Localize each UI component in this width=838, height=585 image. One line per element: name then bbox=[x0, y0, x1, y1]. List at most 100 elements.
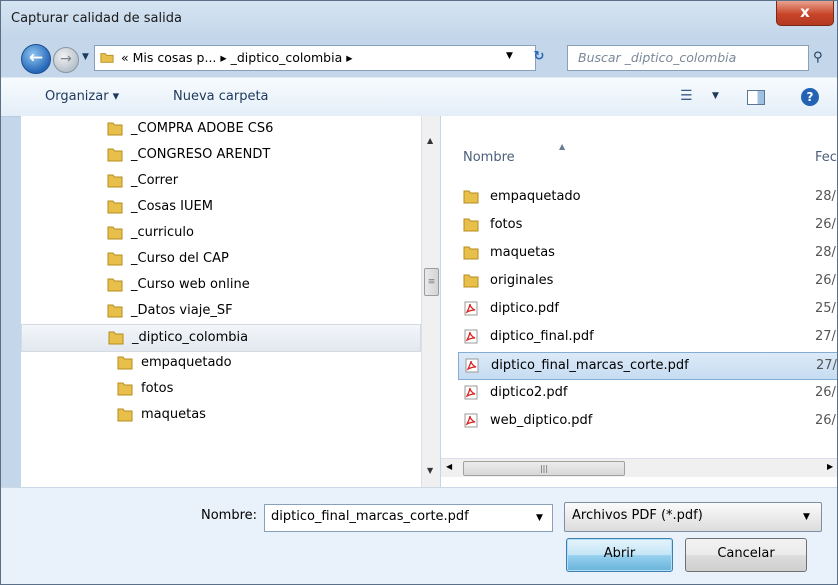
folder-icon bbox=[107, 278, 123, 292]
nav-item-label: _CONGRESO ARENDT bbox=[131, 147, 271, 162]
folder-icon bbox=[107, 304, 123, 318]
file-row[interactable]: diptico.pdf 25/ bbox=[458, 296, 837, 322]
file-date: 26/ bbox=[815, 273, 836, 288]
search-input[interactable]: Buscar _diptico_colombia bbox=[567, 45, 809, 71]
search-icon[interactable]: ⚲ bbox=[813, 50, 823, 65]
file-row[interactable]: diptico_final.pdf 27/ bbox=[458, 324, 837, 350]
window-title: Capturar calidad de salida bbox=[11, 11, 182, 26]
cancel-button[interactable]: Cancelar bbox=[685, 538, 807, 572]
pdf-icon bbox=[464, 413, 478, 428]
search-placeholder: Buscar _diptico_colombia bbox=[578, 50, 737, 65]
folder-icon bbox=[107, 200, 123, 214]
file-date: 28/ bbox=[815, 189, 836, 204]
nav-item-label: _diptico_colombia bbox=[132, 330, 249, 345]
file-name: diptico_final.pdf bbox=[490, 329, 594, 344]
help-icon[interactable]: ? bbox=[801, 88, 819, 106]
file-date: 27/ bbox=[816, 358, 837, 373]
file-name: empaquetado bbox=[490, 189, 581, 204]
file-type-select[interactable]: Archivos PDF (*.pdf) ▼ bbox=[564, 502, 822, 532]
preview-pane-icon[interactable] bbox=[747, 90, 765, 105]
organize-button[interactable]: Organizar ▾ bbox=[45, 89, 119, 104]
file-row[interactable]: empaquetado 28/ bbox=[458, 184, 837, 210]
breadcrumb-path[interactable]: « Mis cosas p... ▸ _diptico_colombia ▸ bbox=[121, 50, 353, 65]
file-name: maquetas bbox=[490, 245, 555, 260]
views-icon[interactable]: ☰ bbox=[680, 88, 693, 104]
scroll-up-icon[interactable]: ▲ bbox=[427, 136, 433, 145]
pdf-icon bbox=[465, 358, 479, 373]
nav-item-label: _curriculo bbox=[131, 225, 194, 240]
dialog-footer: Nombre: diptico_final_marcas_corte.pdf ▼… bbox=[1, 487, 837, 584]
navigation-pane: _COMPRA ADOBE CS6 _CONGRESO ARENDT _Corr… bbox=[21, 116, 439, 487]
file-name: web_diptico.pdf bbox=[490, 413, 593, 428]
folder-icon bbox=[463, 274, 479, 288]
folder-icon bbox=[117, 408, 133, 422]
filename-dropdown-icon[interactable]: ▼ bbox=[536, 513, 543, 523]
new-folder-button[interactable]: Nueva carpeta bbox=[173, 89, 269, 104]
folder-icon bbox=[107, 122, 123, 136]
filename-label: Nombre: bbox=[201, 508, 258, 523]
nav-item-selected[interactable]: _diptico_colombia bbox=[21, 324, 421, 352]
pdf-icon bbox=[464, 301, 478, 316]
file-row[interactable]: originales 26/ bbox=[458, 268, 837, 294]
file-type-dropdown-icon[interactable]: ▼ bbox=[803, 512, 810, 522]
column-header-name[interactable]: Nombre bbox=[463, 150, 515, 165]
folder-icon bbox=[463, 190, 479, 204]
scroll-thumb[interactable]: ≡ bbox=[424, 268, 439, 296]
address-dropdown-icon[interactable]: ▼ bbox=[506, 51, 513, 61]
file-name: fotos bbox=[490, 217, 523, 232]
scroll-left-icon[interactable]: ◀ bbox=[446, 462, 452, 471]
nav-item-label: _Curso del CAP bbox=[131, 251, 229, 266]
file-name: diptico2.pdf bbox=[490, 385, 568, 400]
folder-icon bbox=[463, 246, 479, 260]
file-date: 27/ bbox=[815, 329, 836, 344]
nav-item-label: _Datos viaje_SF bbox=[131, 303, 233, 318]
file-date: 25/ bbox=[815, 301, 836, 316]
forward-button[interactable]: → bbox=[53, 47, 79, 73]
folder-icon bbox=[107, 148, 123, 162]
open-button[interactable]: Abrir bbox=[566, 538, 673, 572]
file-row[interactable]: fotos 26/ bbox=[458, 212, 837, 238]
file-date: 26/ bbox=[815, 385, 836, 400]
file-row-selected[interactable]: diptico_final_marcas_corte.pdf 27/ bbox=[458, 352, 837, 380]
scroll-down-icon[interactable]: ▼ bbox=[427, 466, 433, 475]
folder-icon bbox=[108, 331, 124, 345]
nav-item-label: _Cosas IUEM bbox=[131, 199, 213, 214]
file-date: 26/ bbox=[815, 413, 836, 428]
address-row: ← → ▼ « Mis cosas p... ▸ _diptico_colomb… bbox=[1, 39, 837, 75]
file-name: originales bbox=[490, 273, 554, 288]
file-list-hscrollbar[interactable]: ◀ ||| ▶ bbox=[441, 458, 837, 477]
views-dropdown-icon[interactable]: ▼ bbox=[712, 91, 719, 101]
scroll-right-icon[interactable]: ▶ bbox=[827, 462, 833, 471]
filename-input[interactable]: diptico_final_marcas_corte.pdf ▼ bbox=[264, 504, 553, 532]
nav-item-label: maquetas bbox=[141, 407, 206, 422]
title-bar[interactable]: Capturar calidad de salida x bbox=[1, 1, 837, 39]
nav-scrollbar[interactable]: ▲ ≡ ▼ bbox=[421, 116, 440, 487]
folder-icon bbox=[100, 53, 114, 63]
file-date: 28/ bbox=[815, 245, 836, 260]
nav-item-label: fotos bbox=[141, 381, 174, 396]
hscroll-thumb[interactable]: ||| bbox=[463, 461, 625, 476]
folder-icon bbox=[107, 252, 123, 266]
filename-value: diptico_final_marcas_corte.pdf bbox=[271, 509, 469, 524]
sort-ascending-icon: ▲ bbox=[559, 142, 566, 151]
file-row[interactable]: diptico2.pdf 26/ bbox=[458, 380, 837, 406]
file-row[interactable]: web_diptico.pdf 26/ bbox=[458, 408, 837, 434]
column-header-date[interactable]: Fec bbox=[815, 150, 837, 165]
close-button[interactable]: x bbox=[776, 1, 834, 26]
folder-icon bbox=[107, 226, 123, 240]
file-date: 26/ bbox=[815, 217, 836, 232]
command-bar: Organizar ▾ Nueva carpeta ☰ ▼ ? bbox=[1, 77, 837, 117]
file-name: diptico.pdf bbox=[490, 301, 559, 316]
address-bar[interactable]: « Mis cosas p... ▸ _diptico_colombia ▸ ▼ bbox=[94, 45, 536, 71]
file-open-dialog: Capturar calidad de salida x ← → ▼ « Mis… bbox=[0, 0, 838, 585]
refresh-icon[interactable]: ↻ bbox=[527, 45, 551, 69]
pdf-icon bbox=[464, 329, 478, 344]
file-row[interactable]: maquetas 28/ bbox=[458, 240, 837, 266]
nav-item-label: _Correr bbox=[131, 173, 179, 188]
back-button[interactable]: ← bbox=[21, 44, 51, 74]
recent-pages-dropdown[interactable]: ▼ bbox=[82, 52, 89, 62]
folder-icon bbox=[117, 382, 133, 396]
folder-icon bbox=[107, 174, 123, 188]
file-name: diptico_final_marcas_corte.pdf bbox=[491, 358, 689, 373]
pdf-icon bbox=[464, 385, 478, 400]
